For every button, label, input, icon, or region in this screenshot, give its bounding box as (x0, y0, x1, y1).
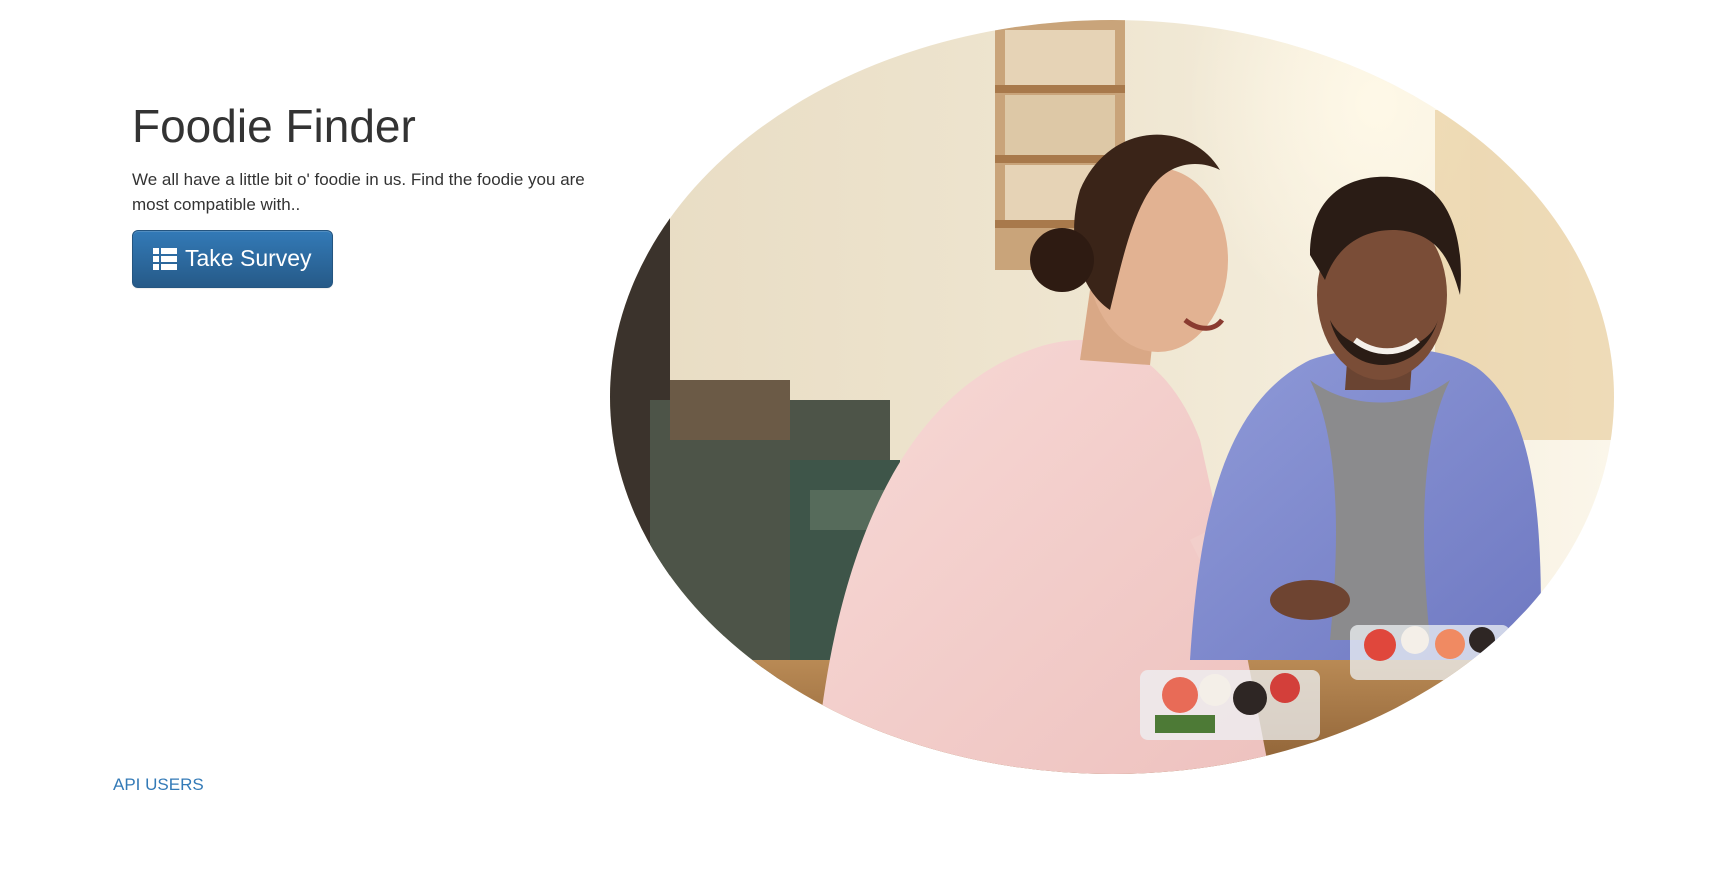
list-icon (153, 247, 177, 270)
page-title: Foodie Finder (132, 100, 416, 152)
hero-text: Foodie Finder We all have a little bit o… (132, 100, 592, 288)
take-survey-label: Take Survey (185, 245, 312, 272)
hero-image (610, 20, 1614, 774)
take-survey-button[interactable]: Take Survey (132, 229, 333, 288)
api-users-link[interactable]: API USERS (113, 775, 204, 795)
page: Foodie Finder We all have a little bit o… (0, 0, 1715, 871)
tagline: We all have a little bit o' foodie in us… (132, 169, 585, 214)
